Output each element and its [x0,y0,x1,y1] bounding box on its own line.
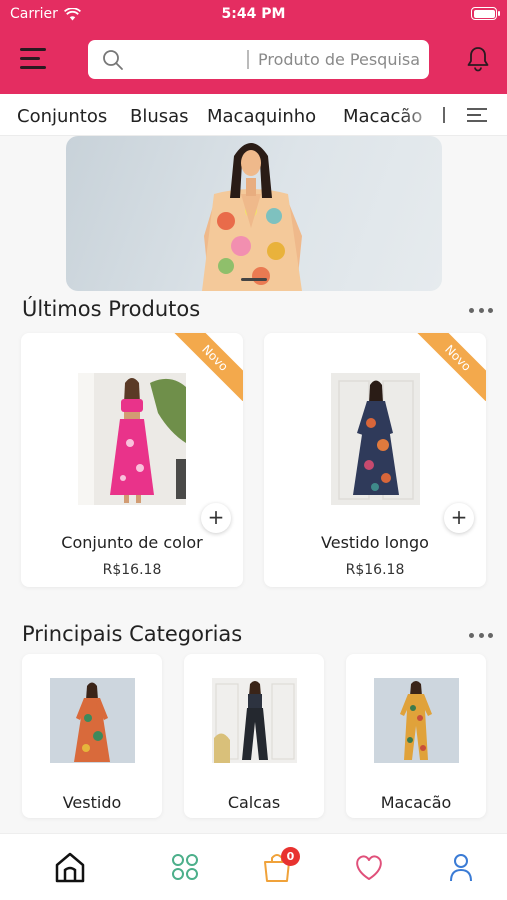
search-icon [103,50,123,70]
product-price: R$16.18 [102,562,162,578]
product-card[interactable]: Novo + Vestido longo R$16.18 [264,333,486,587]
status-bar: Carrier 5:44 PM [0,0,507,28]
grid-icon[interactable] [168,850,202,884]
product-price: R$16.18 [345,562,405,578]
category-image [374,678,459,763]
tab-conjuntos[interactable]: Conjuntos [17,106,107,127]
bell-icon[interactable] [465,45,491,73]
category-tabs: Conjuntos Blusas Macaquinho Macacão [0,94,507,136]
user-icon[interactable] [444,850,478,884]
category-card-macacao[interactable]: Macacão [346,654,486,818]
home-icon[interactable] [53,850,87,884]
category-card-calcas[interactable]: Calcas [184,654,324,818]
search-bar[interactable] [88,40,429,79]
product-image [78,373,186,505]
tab-blusas[interactable]: Blusas [130,106,189,127]
bottom-navigation [0,833,507,900]
latest-products-more-icon[interactable] [469,305,493,315]
tabs-divider [443,107,445,123]
battery-icon [471,7,500,20]
latest-products-title: Últimos Produtos [22,297,201,321]
cart-count-badge: 0 [281,847,300,866]
promo-banner[interactable] [66,136,442,291]
category-name: Calcas [227,793,281,812]
add-to-cart-button[interactable]: + [444,503,474,533]
list-filter-icon[interactable] [460,104,494,126]
search-divider [247,50,249,69]
tab-macaquinho[interactable]: Macaquinho [207,106,316,127]
product-name: Conjunto de color [61,533,203,552]
category-image [212,678,297,763]
menu-icon[interactable] [20,46,48,72]
new-badge: Novo [414,333,486,402]
banner-page-indicator [241,278,267,281]
top-categories-more-icon[interactable] [469,630,493,640]
category-name: Vestido [62,793,122,812]
heart-icon[interactable] [352,850,386,884]
banner-model-image [202,143,302,291]
add-to-cart-button[interactable]: + [201,503,231,533]
status-time: 5:44 PM [221,6,286,22]
search-input[interactable] [258,40,423,79]
top-categories-title: Principais Categorias [22,622,243,646]
category-card-vestido[interactable]: Vestido [22,654,162,818]
product-name: Vestido longo [321,533,429,552]
product-image [331,373,420,505]
category-name: Macacão [380,793,452,812]
category-image [50,678,135,763]
app-header: Carrier 5:44 PM [0,0,507,94]
product-card[interactable]: Novo + Conjunto de color R$16.18 [21,333,243,587]
